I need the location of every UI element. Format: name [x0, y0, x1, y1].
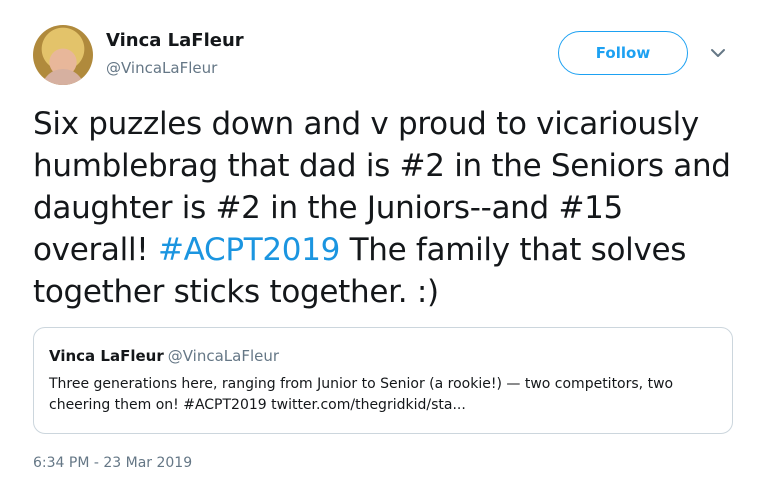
- quoted-author-name: Vinca LaFleur: [49, 347, 164, 365]
- avatar-shoulders: [41, 69, 85, 85]
- author-name[interactable]: Vinca LaFleur: [106, 30, 244, 51]
- quoted-tweet-text: Three generations here, ranging from Jun…: [49, 376, 674, 413]
- quoted-tweet-header: Vinca LaFleur @VincaLaFleur: [49, 346, 717, 366]
- follow-button[interactable]: Follow: [558, 31, 688, 75]
- tweet-timestamp[interactable]: 6:34 PM - 23 Mar 2019: [33, 455, 192, 471]
- chevron-down-icon[interactable]: [708, 45, 728, 59]
- author-handle[interactable]: @VincaLaFleur: [106, 59, 217, 77]
- quoted-author-handle: @VincaLaFleur: [167, 347, 280, 365]
- avatar[interactable]: [33, 25, 93, 85]
- tweet-text: Six puzzles down and v proud to vicariou…: [33, 103, 733, 313]
- chevron-down-icon-svg: [711, 49, 725, 57]
- hashtag-link[interactable]: #ACPT2019: [158, 232, 340, 268]
- quoted-tweet[interactable]: Vinca LaFleur @VincaLaFleur Three generat…: [33, 327, 733, 434]
